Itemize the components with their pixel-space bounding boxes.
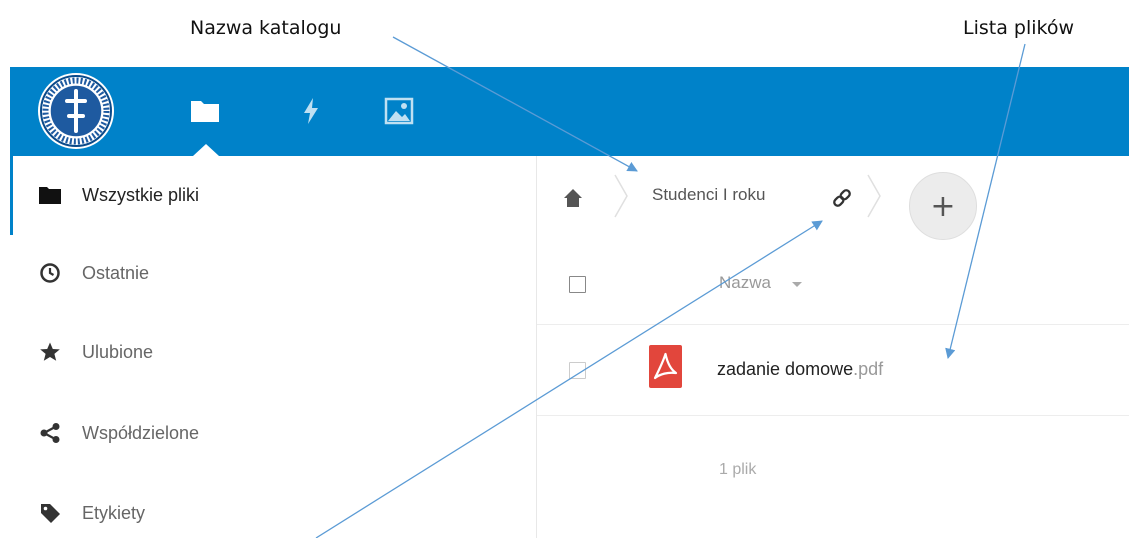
share-icon (39, 422, 61, 444)
sort-caret-icon[interactable] (792, 282, 802, 287)
file-name[interactable]: zadanie domowe.pdf (717, 359, 883, 380)
sidebar-item-tags[interactable]: Etykiety (10, 474, 536, 538)
sidebar-item-favorites[interactable]: Ulubione (10, 313, 536, 391)
pdf-icon (649, 345, 682, 388)
image-icon[interactable] (384, 96, 414, 126)
sidebar-navigation: Wszystkie pliki Ostatnie Ulubione Współd… (10, 156, 537, 538)
link-icon[interactable] (831, 187, 853, 209)
folder-icon[interactable] (190, 96, 220, 126)
callout-file-list: Lista plików (963, 17, 1075, 39)
file-list-header: Nazwa (537, 242, 1129, 325)
sidebar-item-all-files[interactable]: Wszystkie pliki (10, 156, 536, 234)
screenshot-stage: Nazwa katalogu Lista plików Wszystkie pl… (0, 0, 1129, 538)
active-app-indicator (193, 144, 219, 156)
file-count-summary: 1 plik (719, 461, 757, 478)
star-icon (39, 341, 61, 363)
lightning-icon[interactable] (296, 96, 326, 126)
row-checkbox[interactable] (569, 362, 586, 379)
column-name-header[interactable]: Nazwa (719, 273, 771, 293)
new-file-button[interactable]: + (909, 172, 977, 240)
app-header (10, 67, 1129, 156)
sidebar-item-shared[interactable]: Współdzielone (10, 394, 536, 472)
breadcrumb-separator (867, 174, 881, 218)
file-basename: zadanie domowe (717, 359, 854, 379)
table-row[interactable]: zadanie domowe.pdf (537, 325, 1129, 416)
sidebar-item-label: Etykiety (82, 502, 146, 523)
home-icon[interactable] (563, 188, 583, 208)
tag-icon (39, 502, 61, 524)
callout-directory-name: Nazwa katalogu (190, 17, 342, 39)
file-browser-main: Studenci I roku + Nazwa zadanie domowe.p… (537, 156, 1129, 538)
breadcrumb-current-directory[interactable]: Studenci I roku (652, 185, 765, 205)
university-seal-icon[interactable] (36, 71, 116, 151)
select-all-checkbox[interactable] (569, 276, 586, 293)
breadcrumb-separator (614, 174, 628, 218)
sidebar-item-label: Ostatnie (82, 262, 150, 283)
sidebar-item-label: Wszystkie pliki (82, 184, 200, 205)
sidebar-item-recent[interactable]: Ostatnie (10, 234, 536, 312)
file-extension: .pdf (853, 359, 884, 379)
folder-icon (39, 184, 61, 206)
sidebar-item-label: Ulubione (82, 341, 154, 362)
sidebar-item-label: Współdzielone (82, 422, 200, 443)
clock-icon (39, 262, 61, 284)
breadcrumb: Studenci I roku + (537, 156, 1129, 240)
